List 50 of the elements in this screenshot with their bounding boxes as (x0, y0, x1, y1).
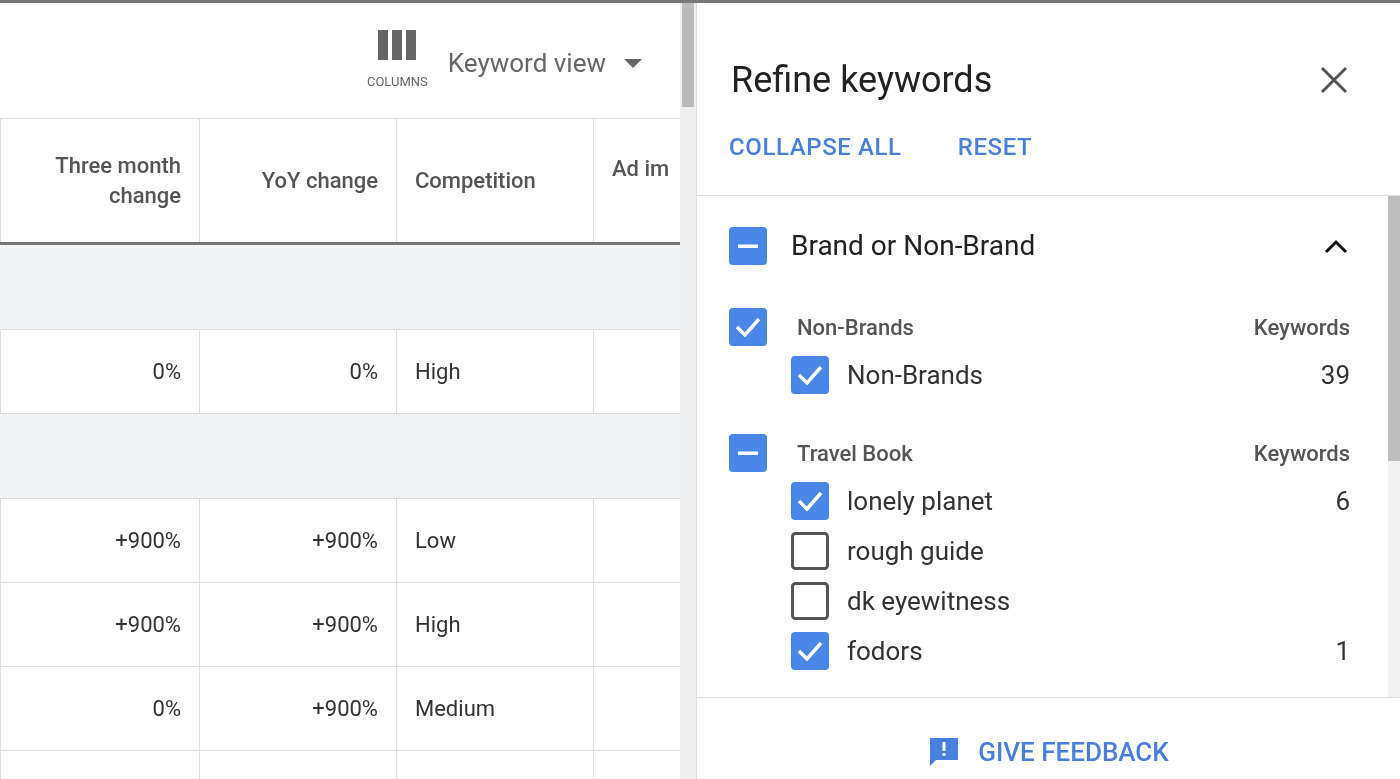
table-cell-text: +900% (115, 527, 181, 555)
columns-button[interactable]: COLUMNS (366, 30, 428, 92)
table-cell-text: Low (415, 527, 456, 555)
table-cell-text: +900% (312, 611, 378, 639)
column-label: Keywords (1253, 313, 1350, 342)
checkbox[interactable] (791, 532, 829, 570)
checkbox[interactable] (791, 632, 829, 670)
option-label: dk eyewitness (847, 584, 1012, 618)
feedback-icon (928, 736, 961, 768)
panel-title: Refine keywords (731, 58, 993, 103)
close-icon[interactable] (1320, 66, 1348, 94)
keyword-count: 1 (1335, 634, 1350, 668)
collapse-chevron-icon[interactable] (1324, 238, 1348, 254)
checkbox[interactable] (729, 227, 767, 265)
column-header[interactable]: Competition (415, 165, 536, 196)
keyword-count: 39 (1320, 358, 1350, 392)
table-cell-text: 0% (349, 358, 378, 386)
table-cell-text: Medium (415, 695, 496, 723)
section-title: Brand or Non-Brand (791, 228, 1037, 264)
option-label: fodors (847, 634, 924, 668)
view-dropdown[interactable]: Keyword view (447, 44, 642, 83)
columns-icon (378, 30, 417, 60)
caret-icon (624, 59, 642, 68)
give-feedback-button[interactable]: GIVE FEEDBACK (928, 734, 1169, 770)
table-cell-text: +900% (312, 695, 378, 723)
table-cell-text: 0% (152, 695, 181, 723)
checkbox[interactable] (791, 482, 829, 520)
checkbox[interactable] (729, 434, 767, 472)
action-button[interactable]: COLLAPSE ALL (729, 129, 902, 165)
option-label: lonely planet (847, 484, 995, 518)
option-label: Non-Brands (847, 358, 984, 392)
checkbox[interactable] (791, 582, 829, 620)
table-cell-text: High (415, 358, 461, 386)
column-header[interactable]: Ad im (612, 154, 670, 184)
scrollbar-thumb[interactable] (682, 3, 694, 107)
scrollbar-thumb[interactable] (1388, 196, 1400, 461)
table-cell-text: 0% (152, 358, 181, 386)
table-cell-text: +900% (115, 611, 181, 639)
option-label: rough guide (847, 534, 985, 568)
checkbox[interactable] (729, 308, 767, 346)
checkbox[interactable] (791, 356, 829, 394)
column-header[interactable]: YoY change (261, 165, 378, 196)
column-label: Keywords (1253, 439, 1350, 468)
group-label: Travel Book (797, 439, 914, 468)
group-label: Non-Brands (797, 313, 915, 342)
table-cell-text: +900% (312, 527, 378, 555)
column-header[interactable]: Three month change (31, 150, 181, 211)
action-button[interactable]: RESET (957, 129, 1033, 165)
keyword-count: 6 (1335, 484, 1350, 518)
table-cell-text: High (415, 611, 461, 639)
